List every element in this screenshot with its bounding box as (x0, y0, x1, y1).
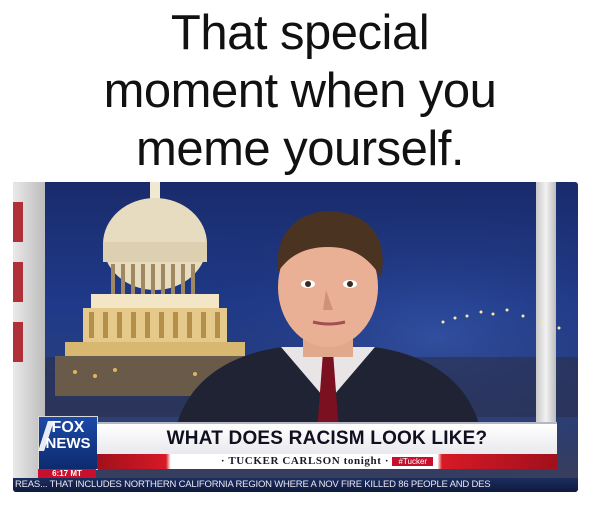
tv-broadcast-screenshot: FOX NEWS 6:17 MT WHAT DOES RACISM LOOK L… (13, 182, 578, 492)
news-ticker: REAS... THAT INCLUDES NORTHERN CALIFORNI… (13, 478, 578, 492)
ticker-text: REAS... THAT INCLUDES NORTHERN CALIFORNI… (15, 479, 491, 490)
news-anchor (173, 211, 483, 442)
headline-text: WHAT DOES RACISM LOOK LIKE? (166, 428, 488, 449)
headline-banner: WHAT DOES RACISM LOOK LIKE? (97, 422, 557, 454)
caption-line-3: meme yourself. (136, 122, 464, 176)
logo-news-text: NEWS (45, 435, 91, 452)
show-name-line: · TUCKER CARLSON tonight · #Tucker (97, 454, 557, 469)
broadcast-clock: 6:17 MT (38, 469, 96, 478)
hashtag-badge: #Tucker (392, 457, 434, 466)
caption-line-2: moment when you (103, 64, 497, 118)
show-name: · TUCKER CARLSON tonight · (220, 455, 390, 467)
news-lower-third: FOX NEWS 6:17 MT WHAT DOES RACISM LOOK L… (13, 414, 578, 492)
logo-fox-text: FOX (51, 419, 85, 436)
caption-line-1: That special (170, 6, 430, 60)
show-banner: · TUCKER CARLSON tonight · #Tucker (97, 454, 557, 469)
fox-news-logo: FOX NEWS (38, 416, 98, 470)
meme-caption: That special moment when you meme yourse… (0, 0, 600, 182)
